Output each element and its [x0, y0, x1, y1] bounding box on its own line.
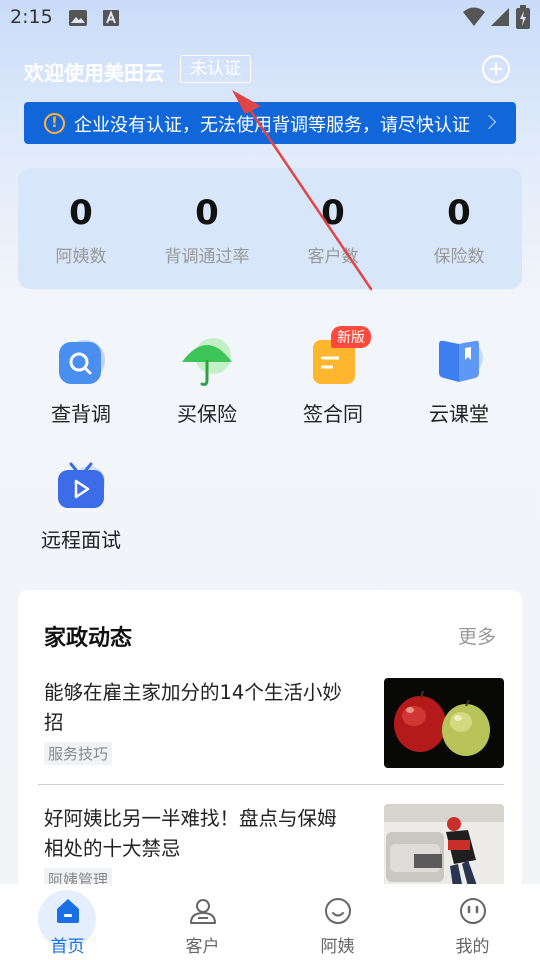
status-bar: 2:15 — [0, 0, 540, 36]
stat-value: 0 — [321, 193, 345, 233]
feature-label: 远程面试 — [41, 528, 121, 552]
news-card: 家政动态 更多 能够在雇主家加分的14个生活小妙招 服务技巧 好阿姨比另一半难找… — [18, 590, 522, 890]
stat-label: 客户数 — [307, 247, 359, 267]
search-check-icon — [53, 334, 109, 390]
news-item-tag: 服务技巧 — [44, 742, 113, 765]
chevron-right-icon — [481, 114, 497, 130]
header: 欢迎使用美田云 未认证 — [24, 55, 516, 85]
font-icon — [103, 10, 119, 26]
certification-notice-banner[interactable]: ! 企业没有认证，无法使用背调等服务，请尽快认证 — [24, 102, 516, 144]
umbrella-icon — [179, 334, 235, 390]
book-icon — [431, 334, 487, 390]
feature-buy-insurance[interactable]: 买保险 — [144, 334, 270, 427]
news-item-title: 好阿姨比另一半难找！盘点与保姆相处的十大禁忌 — [44, 807, 337, 860]
housekeeping-photo — [384, 804, 504, 890]
welcome-title: 欢迎使用美田云 — [24, 61, 164, 85]
stat-customers[interactable]: 0 客户数 — [270, 192, 396, 267]
stat-insurance[interactable]: 0 保险数 — [396, 192, 522, 267]
contract-icon: 新版 — [305, 326, 371, 390]
tab-label: 首页 — [50, 937, 85, 957]
plus-circle-icon[interactable] — [482, 55, 510, 83]
wifi-icon — [463, 7, 485, 26]
tab-home[interactable]: 首页 — [0, 884, 135, 960]
feature-label: 签合同 — [303, 402, 363, 426]
status-time: 2:15 — [10, 6, 53, 28]
stats-card: 0 阿姨数 0 背调通过率 0 客户数 0 保险数 — [18, 168, 522, 289]
tab-label: 客户 — [185, 937, 220, 957]
more-dots-icon — [459, 898, 486, 924]
stat-label: 背调通过率 — [164, 247, 250, 267]
certification-status-badge[interactable]: 未认证 — [180, 55, 251, 83]
stat-value: 0 — [69, 193, 93, 233]
stat-value: 0 — [195, 193, 219, 233]
feature-label: 买保险 — [177, 402, 237, 426]
news-section-title: 家政动态 — [44, 626, 133, 651]
battery-icon — [516, 5, 530, 29]
smile-icon — [324, 898, 351, 924]
stat-value: 0 — [447, 193, 471, 233]
news-item-title: 能够在雇主家加分的14个生活小妙招 — [44, 681, 342, 734]
tab-label: 我的 — [455, 937, 490, 957]
tab-customers[interactable]: 客户 — [135, 884, 270, 960]
feature-background-check[interactable]: 查背调 — [18, 334, 144, 427]
photo-icon — [69, 10, 87, 26]
stat-label: 保险数 — [433, 247, 485, 267]
warning-circle-icon: ! — [44, 113, 65, 134]
signal-icon — [491, 8, 509, 26]
tab-aunties[interactable]: 阿姨 — [270, 884, 405, 960]
news-item[interactable]: 能够在雇主家加分的14个生活小妙招 服务技巧 — [44, 678, 504, 768]
home-icon — [56, 899, 79, 923]
apples-photo — [384, 678, 504, 768]
news-more-link[interactable]: 更多 — [458, 622, 496, 649]
new-version-badge: 新版 — [331, 326, 371, 348]
feature-remote-interview[interactable]: 远程面试 — [18, 460, 144, 553]
stat-label: 阿姨数 — [55, 247, 107, 267]
feature-sign-contract[interactable]: 新版 签合同 — [270, 326, 396, 427]
feature-label: 查背调 — [51, 402, 111, 426]
bottom-tab-bar: 首页 客户 阿姨 我的 — [0, 884, 540, 960]
feature-cloud-classroom[interactable]: 云课堂 — [396, 334, 522, 427]
stat-aunties[interactable]: 0 阿姨数 — [18, 192, 144, 267]
user-icon — [189, 899, 216, 924]
news-divider — [38, 784, 504, 785]
tab-label: 阿姨 — [320, 937, 355, 957]
news-item[interactable]: 好阿姨比另一半难找！盘点与保姆相处的十大禁忌 阿姨管理 — [44, 804, 504, 890]
notice-text: 企业没有认证，无法使用背调等服务，请尽快认证 — [74, 115, 470, 136]
feature-label: 云课堂 — [429, 402, 489, 426]
tab-mine[interactable]: 我的 — [405, 884, 540, 960]
video-tv-icon — [53, 460, 109, 516]
stat-background-pass-rate[interactable]: 0 背调通过率 — [144, 192, 270, 267]
